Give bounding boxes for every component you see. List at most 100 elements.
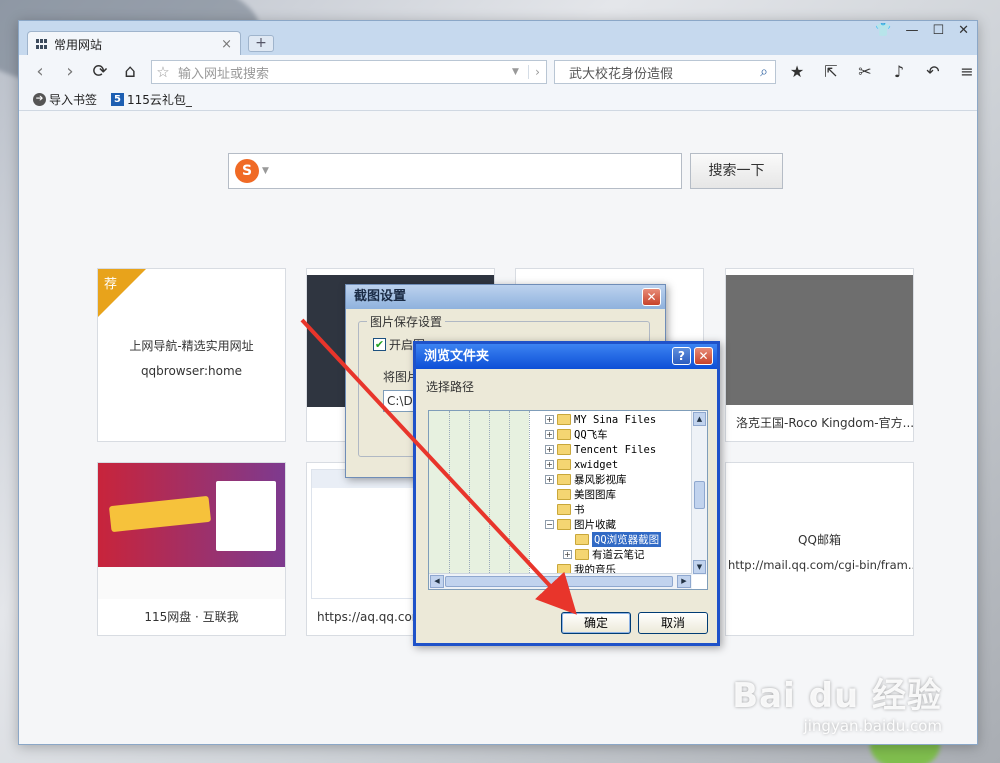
home-search-input[interactable]: S ▼ bbox=[228, 153, 682, 189]
folder-icon bbox=[557, 474, 571, 485]
folder-label: 暴风影视库 bbox=[574, 474, 627, 486]
expand-icon[interactable]: + bbox=[545, 460, 554, 469]
chevron-down-icon[interactable]: ▼ bbox=[262, 166, 269, 176]
expand-icon[interactable]: + bbox=[545, 415, 554, 424]
go-icon[interactable]: › bbox=[528, 65, 546, 79]
tab-title: 常用网站 bbox=[54, 37, 103, 52]
watermark-url: jingyan.baidu.com bbox=[803, 717, 942, 735]
dialog-title-text: 截图设置 bbox=[354, 289, 407, 304]
collapse-icon[interactable]: − bbox=[545, 520, 554, 529]
scroll-thumb[interactable] bbox=[445, 576, 673, 587]
tree-guide-line bbox=[509, 411, 510, 575]
tile-caption: 洛克王国-Roco Kingdom-官方... bbox=[726, 405, 913, 441]
expand-icon[interactable]: + bbox=[563, 550, 572, 559]
group-label: 图片保存设置 bbox=[367, 313, 446, 330]
favorites-star-icon[interactable]: ★ bbox=[784, 60, 810, 84]
folder-label: 书 bbox=[574, 504, 585, 516]
folder-label: MY Sina Files bbox=[574, 413, 657, 426]
navigation-toolbar: ‹ › ⟳ ⌂ ☆ 输入网址或搜索 ▼ › 武大校花身份造假 ⌕ ★ ⇱ ✂ ♪… bbox=[19, 55, 977, 89]
tree-item-baofeng[interactable]: + 暴风影视库 bbox=[545, 472, 627, 487]
bookmark-label: 导入书签 bbox=[49, 93, 98, 107]
bookmark-import[interactable]: ➔ 导入书签 bbox=[33, 91, 97, 108]
chevron-down-icon[interactable]: ▼ bbox=[512, 67, 528, 77]
checkbox[interactable]: ✔ bbox=[373, 338, 386, 351]
dialog-title: 截图设置 ✕ bbox=[346, 285, 665, 309]
forward-button[interactable]: › bbox=[55, 59, 85, 85]
tree-viewport: + MY Sina Files + QQ飞车 + Tencent Files +… bbox=[429, 411, 692, 576]
tree-guide-line bbox=[489, 411, 490, 575]
home-button[interactable]: ⌂ bbox=[115, 59, 145, 85]
ok-button[interactable]: 确定 bbox=[561, 612, 631, 634]
folder-icon bbox=[557, 414, 571, 425]
refresh-button[interactable]: ⟳ bbox=[85, 59, 115, 85]
share-icon[interactable]: ⇱ bbox=[818, 60, 844, 84]
expand-icon[interactable]: + bbox=[545, 430, 554, 439]
bookmark-115[interactable]: 5 115云礼包_ bbox=[111, 91, 192, 108]
tree-item-youdao[interactable]: + 有道云笔记 bbox=[563, 547, 645, 562]
close-icon[interactable]: × bbox=[221, 37, 232, 52]
scroll-thumb[interactable] bbox=[694, 481, 705, 509]
scissors-icon[interactable]: ✂ bbox=[852, 60, 878, 84]
tree-item-qq-feiche[interactable]: + QQ飞车 bbox=[545, 427, 608, 442]
browse-folder-dialog: 浏览文件夹 ? ✕ 选择路径 + MY Sina Files + QQ飞车 + bbox=[413, 341, 720, 646]
close-icon[interactable]: ✕ bbox=[642, 288, 661, 306]
folder-tree[interactable]: + MY Sina Files + QQ飞车 + Tencent Files +… bbox=[428, 410, 708, 590]
close-window-button[interactable]: ✕ bbox=[958, 23, 969, 38]
tree-item-book[interactable]: 书 bbox=[545, 502, 585, 517]
folder-label: QQ飞车 bbox=[574, 429, 608, 441]
tile-subtitle: http://mail.qq.com/cgi-bin/fram... bbox=[728, 558, 913, 572]
tile-115-cloud[interactable]: 115网盘 · 互联我 bbox=[97, 462, 286, 636]
tab-bar: 常用网站 × + 👕 — ☐ ✕ bbox=[19, 21, 977, 56]
folder-label: Tencent Files bbox=[574, 443, 657, 456]
tile-nav-home[interactable]: 荐 上网导航-精选实用网址 qqbrowser:home bbox=[97, 268, 286, 442]
tree-item-qq-browser-screenshots[interactable]: QQ浏览器截图 bbox=[563, 532, 662, 547]
close-icon[interactable]: ✕ bbox=[694, 347, 713, 365]
menu-icon[interactable]: ≡ bbox=[954, 60, 980, 84]
address-bar[interactable]: ☆ 输入网址或搜索 ▼ › bbox=[151, 60, 547, 84]
expand-icon[interactable]: + bbox=[545, 445, 554, 454]
sogou-logo-icon[interactable]: S bbox=[235, 159, 259, 183]
search-icon[interactable]: ⌕ bbox=[753, 64, 775, 80]
tree-item-pictures[interactable]: − 图片收藏 bbox=[545, 517, 616, 532]
tab-common-sites[interactable]: 常用网站 × bbox=[27, 31, 241, 56]
import-icon: ➔ bbox=[33, 93, 46, 106]
new-tab-button[interactable]: + bbox=[248, 35, 274, 52]
skin-icon[interactable]: 👕 bbox=[875, 23, 891, 38]
tree-item-xwidget[interactable]: + xwidget bbox=[545, 457, 618, 472]
scroll-down-arrow[interactable]: ▼ bbox=[693, 560, 706, 574]
tree-item-my-sina-files[interactable]: + MY Sina Files bbox=[545, 412, 656, 427]
maximize-button[interactable]: ☐ bbox=[932, 23, 944, 38]
search-button[interactable]: 搜索一下 bbox=[690, 153, 783, 189]
minimize-button[interactable]: — bbox=[905, 23, 918, 38]
tile-title: QQ邮箱 bbox=[798, 533, 841, 547]
search-box[interactable]: 武大校花身份造假 ⌕ bbox=[554, 60, 776, 84]
folder-icon bbox=[575, 549, 589, 560]
help-icon[interactable]: ? bbox=[672, 347, 691, 365]
scroll-up-arrow[interactable]: ▲ bbox=[693, 412, 706, 426]
dialog-title-text: 浏览文件夹 bbox=[424, 349, 490, 364]
bookmarks-bar: ➔ 导入书签 5 115云礼包_ bbox=[19, 89, 977, 111]
cancel-button[interactable]: 取消 bbox=[638, 612, 708, 634]
folder-label: 有道云笔记 bbox=[592, 549, 645, 561]
tree-item-tencent-files[interactable]: + Tencent Files bbox=[545, 442, 656, 457]
undo-icon[interactable]: ↶ bbox=[920, 60, 946, 84]
tile-title: 上网导航-精选实用网址 bbox=[129, 339, 254, 353]
volume-icon[interactable]: ♪ bbox=[886, 60, 912, 84]
address-input[interactable]: 输入网址或搜索 bbox=[174, 63, 512, 82]
scroll-right-arrow[interactable]: ▶ bbox=[677, 575, 691, 588]
tool-icons: ★ ⇱ ✂ ♪ ↶ ≡ bbox=[784, 60, 980, 84]
expand-icon[interactable]: + bbox=[545, 475, 554, 484]
vertical-scrollbar[interactable]: ▲ ▼ bbox=[691, 411, 707, 575]
folder-icon bbox=[557, 444, 571, 455]
search-input[interactable]: 武大校花身份造假 bbox=[555, 63, 753, 82]
tile-qq-mail[interactable]: QQ邮箱 http://mail.qq.com/cgi-bin/fram... bbox=[725, 462, 914, 636]
scroll-left-arrow[interactable]: ◀ bbox=[430, 575, 444, 588]
back-button[interactable]: ‹ bbox=[25, 59, 55, 85]
folder-icon bbox=[557, 489, 571, 500]
folder-icon bbox=[557, 504, 571, 515]
bookmark-star-icon[interactable]: ☆ bbox=[152, 63, 174, 81]
tree-item-meitu[interactable]: 美图图库 bbox=[545, 487, 616, 502]
horizontal-scrollbar[interactable]: ◀ ▶ bbox=[429, 573, 692, 589]
folder-icon bbox=[557, 429, 571, 440]
tile-roco-kingdom[interactable]: 洛克王国-Roco Kingdom-官方... bbox=[725, 268, 914, 442]
